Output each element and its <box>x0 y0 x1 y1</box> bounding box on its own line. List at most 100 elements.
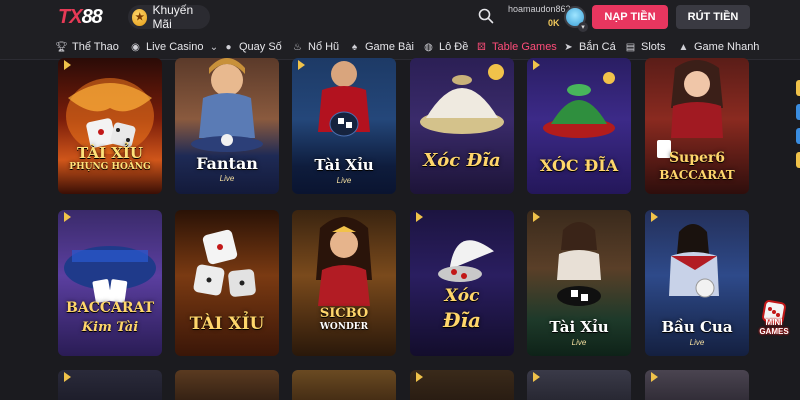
game-title: Xóc <box>444 286 480 306</box>
nav-label: Thể Thao <box>72 41 119 53</box>
nav-item-live-casino[interactable]: ◉ Live Casino ⌄ <box>130 39 219 55</box>
game-card[interactable]: XÓC ĐĨA <box>527 58 631 194</box>
nav-item-ban-ca[interactable]: ➤ Bắn Cá <box>563 39 616 55</box>
nav-label: Lô Đề <box>439 41 469 53</box>
user-info[interactable]: hoamaudon862 0K <box>508 4 571 28</box>
logo-tx: TX <box>58 5 83 28</box>
bowl-art <box>438 240 494 282</box>
search-icon[interactable] <box>478 8 494 24</box>
number-ball-icon: ◍ <box>424 41 433 53</box>
slot-machine-icon: ▤ <box>625 41 636 53</box>
game-live-label: Live <box>336 176 352 185</box>
side-tab-2[interactable] <box>796 104 800 120</box>
game-card[interactable]: Tài Xỉu Live <box>527 210 631 356</box>
nav-label: Quay Số <box>239 41 282 53</box>
game-title: Bầu Cua <box>661 318 733 336</box>
nav-label: Nổ Hũ <box>308 41 340 53</box>
gift-icon: ★ <box>132 8 148 26</box>
side-tab-4[interactable] <box>796 152 800 168</box>
side-tab-3[interactable] <box>796 128 800 144</box>
nav-item-table-games[interactable]: ⚄ Table Games <box>476 39 557 55</box>
fish-icon: ➤ <box>564 41 573 53</box>
nav-item-quay-so[interactable]: ● Quay Số <box>223 39 282 55</box>
game-card[interactable]: Super6 BACCARAT <box>645 58 749 194</box>
promotions-button[interactable]: ★ Khuyến Mãi <box>128 3 210 31</box>
logo-number: 88 <box>81 5 103 28</box>
game-title: BACCARAT <box>66 300 154 316</box>
mini-games-line2: GAMES <box>759 327 789 336</box>
username: hoamaudon862 <box>508 4 571 14</box>
game-live-label: Live <box>689 338 705 347</box>
game-title: XÓC ĐĨA <box>539 156 619 175</box>
nav-item-no-hu[interactable]: ♨ Nổ Hũ <box>292 39 339 55</box>
slot-jar-icon: ♨ <box>293 41 302 53</box>
heroine-art <box>316 217 372 306</box>
game-card[interactable] <box>527 370 631 400</box>
game-title: Xóc Đĩa <box>423 150 501 171</box>
badge-icon <box>64 372 71 382</box>
mini-games-line1: MINI <box>765 318 783 327</box>
game-subtitle: Kim Tài <box>81 320 139 335</box>
game-card[interactable]: Tài Xỉu Live <box>292 58 396 194</box>
nav-item-game-bai[interactable]: ♠ Game Bài <box>349 39 414 55</box>
rocket-icon: ▲ <box>678 41 689 53</box>
game-card[interactable] <box>645 370 749 400</box>
nav-label: Live Casino <box>146 41 204 53</box>
game-title: Fantan <box>196 154 258 173</box>
game-title: TÀI XỈU <box>189 314 265 334</box>
nav-item-game-nhanh[interactable]: ▲ Game Nhanh <box>678 39 760 55</box>
nav-item-lo-de[interactable]: ◍ Lô Đề <box>423 39 468 55</box>
game-card[interactable]: Fantan Live <box>175 58 279 194</box>
cards-icon: ♠ <box>351 41 358 53</box>
chevron-down-icon: ⌄ <box>209 41 219 53</box>
mini-games-button[interactable]: MINI GAMES <box>754 300 794 342</box>
game-card[interactable] <box>175 370 279 400</box>
badge-icon <box>651 372 658 382</box>
phoenix-dice-art <box>66 78 154 154</box>
site-logo[interactable]: TX 88 <box>58 4 103 30</box>
side-tab-1[interactable] <box>796 80 800 96</box>
game-card[interactable] <box>58 370 162 400</box>
game-subtitle: BACCARAT <box>659 168 735 182</box>
mini-games-label: MINI GAMES <box>754 318 794 336</box>
game-card[interactable]: TÀI XỈU <box>175 210 279 356</box>
game-subtitle: Đĩa <box>442 308 482 332</box>
trophy-icon: 🏆︎ <box>55 41 68 53</box>
nav-item-the-thao[interactable]: 🏆︎ Thể Thao <box>55 39 119 55</box>
game-title: SICBO <box>319 306 369 321</box>
live-icon: ◉ <box>131 41 140 53</box>
game-card[interactable]: BACCARAT Kim Tài <box>58 210 162 356</box>
game-live-label: Live <box>219 174 235 183</box>
main-nav: 🏆︎ Thể Thao ◉ Live Casino ⌄ ● Quay Số ♨ … <box>0 34 800 60</box>
game-subtitle: PHỤNG HOÀNG <box>69 162 151 172</box>
game-card[interactable] <box>410 370 514 400</box>
game-card[interactable]: TÀI XỈU PHỤNG HOÀNG <box>58 58 162 194</box>
game-title: TÀI XỈU <box>77 144 143 162</box>
game-card[interactable]: SICBO WONDER <box>292 210 396 356</box>
game-grid: TÀI XỈU PHỤNG HOÀNG Fantan Live Tài Xỉu … <box>0 58 800 400</box>
game-card[interactable] <box>292 370 396 400</box>
dice-art <box>193 229 256 297</box>
top-bar: TX 88 ★ Khuyến Mãi hoamaudon862 0K ▾ NẠP … <box>0 0 800 34</box>
withdraw-button[interactable]: RÚT TIỀN <box>676 5 750 29</box>
nav-item-slots[interactable]: ▤ Slots <box>625 39 666 55</box>
game-title: Super6 <box>668 150 726 166</box>
game-title: Tài Xỉu <box>314 156 374 174</box>
balance: 0K <box>548 18 560 28</box>
game-subtitle: WONDER <box>319 322 369 332</box>
game-card[interactable]: Xóc Đĩa <box>410 58 514 194</box>
game-title: Tài Xỉu <box>549 318 609 336</box>
nav-label: Game Bài <box>365 41 414 53</box>
nav-label: Slots <box>641 41 666 53</box>
nav-label: Game Nhanh <box>694 41 760 53</box>
nav-label: Table Games <box>492 41 557 53</box>
lottery-ball-icon: ● <box>225 41 232 53</box>
badge-icon <box>533 372 540 382</box>
chevron-down-icon[interactable]: ▾ <box>578 22 588 32</box>
promotions-label: Khuyến Mãi <box>152 3 194 31</box>
game-card[interactable]: Bầu Cua Live <box>645 210 749 356</box>
deposit-button[interactable]: NẠP TIỀN <box>592 5 668 29</box>
game-card[interactable]: Xóc Đĩa <box>410 210 514 356</box>
game-live-label: Live <box>571 338 587 347</box>
nav-label: Bắn Cá <box>579 41 616 53</box>
